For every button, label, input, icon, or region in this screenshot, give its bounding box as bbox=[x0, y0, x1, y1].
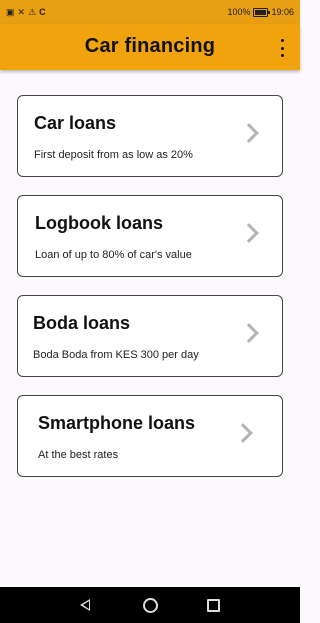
status-icons-right: 100% 19:06 bbox=[227, 7, 294, 17]
card-subtitle: First deposit from as low as 20% bbox=[34, 149, 193, 161]
card-car-loans[interactable]: Car loans First deposit from as low as 2… bbox=[17, 95, 283, 177]
wifi-off-icon: ✕ bbox=[17, 6, 26, 17]
chevron-right-icon bbox=[233, 423, 253, 443]
card-subtitle: Loan of up to 80% of car's value bbox=[35, 249, 192, 261]
clock: 19:06 bbox=[271, 7, 294, 17]
card-subtitle: At the best rates bbox=[38, 449, 119, 461]
page-title: Car financing bbox=[84, 35, 216, 57]
home-icon[interactable] bbox=[143, 598, 158, 613]
battery-percent: 100% bbox=[227, 7, 251, 17]
battery-icon bbox=[253, 7, 271, 17]
card-logbook-loans[interactable]: Logbook loans Loan of up to 80% of car's… bbox=[17, 195, 283, 277]
status-bar: ▣ ✕ ⚠ C 100% 19:06 bbox=[0, 0, 300, 24]
chevron-right-icon bbox=[239, 123, 259, 143]
card-title: Logbook loans bbox=[35, 213, 163, 233]
more-vert-icon[interactable] bbox=[276, 38, 288, 58]
card-smartphone-loans[interactable]: Smartphone loans At the best rates bbox=[17, 395, 283, 477]
warning-icon: ⚠ bbox=[28, 6, 37, 17]
chevron-right-icon bbox=[239, 223, 259, 243]
card-boda-loans[interactable]: Boda loans Boda Boda from KES 300 per da… bbox=[17, 295, 283, 377]
card-title: Boda loans bbox=[33, 313, 131, 333]
recents-icon[interactable] bbox=[207, 599, 220, 612]
app-c-icon: C bbox=[39, 6, 46, 17]
chevron-right-icon bbox=[239, 323, 259, 343]
card-subtitle: Boda Boda from KES 300 per day bbox=[33, 349, 199, 361]
navigation-bar bbox=[0, 587, 300, 623]
status-icons-left: ▣ ✕ ⚠ C bbox=[6, 6, 46, 17]
card-title: Car loans bbox=[34, 113, 117, 133]
back-icon[interactable] bbox=[80, 599, 90, 611]
card-title: Smartphone loans bbox=[38, 413, 196, 433]
notification-icon: ▣ bbox=[6, 6, 15, 17]
app-bar: Car financing bbox=[0, 24, 300, 70]
